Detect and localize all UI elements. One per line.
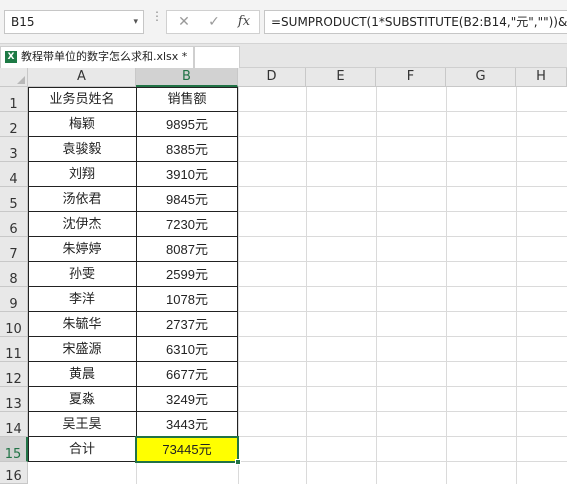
row-header-14[interactable]: 14 — [0, 412, 28, 437]
row-header-12[interactable]: 12 — [0, 362, 28, 387]
formula-input[interactable]: =SUMPRODUCT(1*SUBSTITUTE(B2:B14,"元",""))… — [264, 10, 567, 34]
cell-a1[interactable]: 业务员姓名 — [28, 87, 136, 112]
row-header-1[interactable]: 1 — [0, 87, 28, 112]
cell-a9[interactable]: 李洋 — [28, 287, 136, 312]
cell-a6[interactable]: 沈伊杰 — [28, 212, 136, 237]
formula-bar: B15 ▾ ⋮ ✕ ✓ fx =SUMPRODUCT(1*SUBSTITUTE(… — [0, 0, 567, 44]
document-tab-bar: X 教程带单位的数字怎么求和.xlsx * — [0, 44, 567, 68]
cell-b14[interactable]: 3443元 — [136, 412, 238, 437]
chevron-down-icon[interactable]: ▾ — [133, 11, 138, 33]
cell-b6[interactable]: 7230元 — [136, 212, 238, 237]
insert-function-icon[interactable]: fx — [229, 11, 259, 33]
cell-a2[interactable]: 梅颖 — [28, 112, 136, 137]
fill-handle[interactable] — [235, 459, 241, 465]
row-header-15[interactable]: 15 — [0, 437, 28, 462]
row-header-11[interactable]: 11 — [0, 337, 28, 362]
cell-a3[interactable]: 袁骏毅 — [28, 137, 136, 162]
row-header-7[interactable]: 7 — [0, 237, 28, 262]
cell-a10[interactable]: 朱毓华 — [28, 312, 136, 337]
row-header-2[interactable]: 2 — [0, 112, 28, 137]
column-header-h[interactable]: H — [516, 68, 567, 87]
document-tab[interactable]: X 教程带单位的数字怎么求和.xlsx * — [0, 46, 194, 68]
column-header-b[interactable]: B — [136, 68, 238, 87]
row-header-3[interactable]: 3 — [0, 137, 28, 162]
cell-b2[interactable]: 9895元 — [136, 112, 238, 137]
row-header-6[interactable]: 6 — [0, 212, 28, 237]
row-header-5[interactable]: 5 — [0, 187, 28, 212]
name-box[interactable]: B15 ▾ — [4, 10, 144, 34]
cell-a14[interactable]: 吴王昊 — [28, 412, 136, 437]
select-all-button[interactable] — [0, 68, 28, 87]
row-header-8[interactable]: 8 — [0, 262, 28, 287]
cell-b15[interactable]: 73445元 — [136, 437, 238, 462]
cell-b3[interactable]: 8385元 — [136, 137, 238, 162]
cell-b11[interactable]: 6310元 — [136, 337, 238, 362]
cell-a7[interactable]: 朱婷婷 — [28, 237, 136, 262]
cell-a8[interactable]: 孙雯 — [28, 262, 136, 287]
cell-b7[interactable]: 8087元 — [136, 237, 238, 262]
cell-a12[interactable]: 黄晨 — [28, 362, 136, 387]
more-options-icon[interactable]: ⋮ — [151, 10, 163, 31]
row-header-10[interactable]: 10 — [0, 312, 28, 337]
cell-b8[interactable]: 2599元 — [136, 262, 238, 287]
cell-a4[interactable]: 刘翔 — [28, 162, 136, 187]
row-header-4[interactable]: 4 — [0, 162, 28, 187]
column-header-e[interactable]: E — [306, 68, 376, 87]
column-header-g[interactable]: G — [446, 68, 516, 87]
row-header-9[interactable]: 9 — [0, 287, 28, 312]
name-box-value: B15 — [11, 15, 35, 29]
row-header-13[interactable]: 13 — [0, 387, 28, 412]
cell-b13[interactable]: 3249元 — [136, 387, 238, 412]
cell-b10[interactable]: 2737元 — [136, 312, 238, 337]
column-header-d[interactable]: D — [238, 68, 306, 87]
row-header-16[interactable]: 16 — [0, 462, 28, 484]
column-header-a[interactable]: A — [28, 68, 136, 87]
enter-icon[interactable]: ✓ — [199, 11, 229, 33]
cell-a5[interactable]: 汤依君 — [28, 187, 136, 212]
cell-a11[interactable]: 宋盛源 — [28, 337, 136, 362]
cell-b1[interactable]: 销售额 — [136, 87, 238, 112]
cell-a15[interactable]: 合计 — [28, 437, 136, 462]
cell-b4[interactable]: 3910元 — [136, 162, 238, 187]
formula-buttons: ✕ ✓ fx — [166, 10, 260, 34]
document-tab-title: 教程带单位的数字怎么求和.xlsx * — [21, 50, 188, 63]
cell-a13[interactable]: 夏淼 — [28, 387, 136, 412]
cell-b5[interactable]: 9845元 — [136, 187, 238, 212]
column-header-f[interactable]: F — [376, 68, 446, 87]
cancel-icon[interactable]: ✕ — [169, 11, 199, 33]
cell-b12[interactable]: 6677元 — [136, 362, 238, 387]
cell-b9[interactable]: 1078元 — [136, 287, 238, 312]
new-tab-button[interactable] — [194, 46, 240, 68]
excel-file-icon: X — [5, 51, 17, 63]
spreadsheet-grid[interactable]: A B D E F G H 1 2 3 4 5 6 7 8 9 10 11 12… — [0, 68, 567, 484]
